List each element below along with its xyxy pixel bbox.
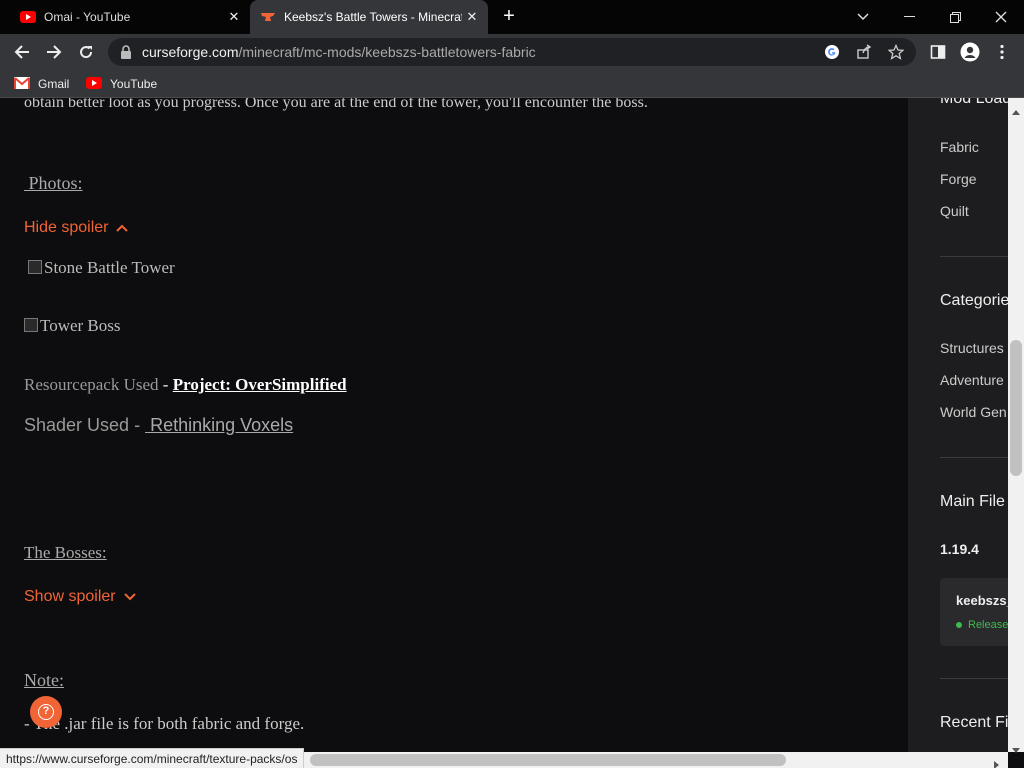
bookmark-label: Gmail	[38, 77, 70, 91]
tab-title: Keebsz's Battle Towers - Minecraft	[284, 10, 462, 24]
youtube-icon	[86, 76, 102, 92]
chevron-up-icon	[116, 219, 129, 237]
question-icon: ?	[38, 704, 54, 720]
profile-avatar-icon[interactable]	[958, 40, 982, 64]
release-dot-icon	[956, 622, 962, 628]
release-label: Release	[968, 619, 1008, 631]
image-alt-text: Stone Battle Tower	[44, 258, 175, 277]
close-tab-icon[interactable]: ✕	[462, 9, 482, 25]
resourcepack-separator: -	[158, 375, 173, 394]
scrollbar-thumb[interactable]	[310, 754, 786, 766]
broken-image-icon	[24, 318, 38, 332]
tower-boss-image: Tower Boss	[24, 316, 121, 336]
divider	[940, 457, 1008, 458]
scroll-up-icon[interactable]	[1012, 102, 1020, 120]
modloader-quilt[interactable]: Quilt	[940, 203, 969, 219]
tab-curseforge[interactable]: Keebsz's Battle Towers - Minecraft ✕	[250, 0, 488, 34]
resourcepack-link[interactable]: Project: OverSimplified	[173, 375, 347, 394]
close-tab-icon[interactable]: ✕	[224, 9, 244, 25]
category-structures[interactable]: Structures	[940, 340, 1004, 356]
scrollbar-thumb[interactable]	[1010, 340, 1022, 476]
intro-text: obtain better loot as you progress. Once…	[24, 98, 648, 111]
release-badge: Release	[956, 619, 1008, 631]
category-adventure[interactable]: Adventure	[940, 372, 1004, 388]
url-host: curseforge.com	[142, 44, 239, 60]
hide-spoiler-button[interactable]: Hide spoiler	[24, 219, 129, 237]
main-file-version: 1.19.4	[940, 541, 979, 557]
main-file-heading: Main File	[940, 493, 1005, 510]
bookmark-youtube[interactable]: YouTube	[86, 74, 157, 94]
category-world-gen[interactable]: World Gen	[940, 404, 1007, 420]
tab-title: Omai - YouTube	[44, 10, 131, 24]
resourcepack-label: Resourcepack Used	[24, 375, 159, 394]
categories-heading: Categories	[940, 292, 1008, 309]
url-text: curseforge.com/minecraft/mc-mods/keebszs…	[142, 44, 536, 60]
modloader-fabric[interactable]: Fabric	[940, 139, 979, 155]
curseforge-icon	[260, 11, 276, 23]
bookmark-gmail[interactable]: Gmail	[14, 74, 69, 94]
tab-search-icon[interactable]	[840, 0, 886, 34]
youtube-icon	[20, 11, 36, 23]
address-bar[interactable]: curseforge.com/minecraft/mc-mods/keebszs…	[108, 38, 916, 66]
file-name: keebszs_	[956, 593, 1008, 608]
mod-description: obtain better loot as you progress. Once…	[0, 98, 908, 752]
bookmark-label: YouTube	[110, 77, 158, 91]
tab-strip: Omai - YouTube ✕ Keebsz's Battle Towers …	[0, 0, 1024, 34]
browser-menu-icon[interactable]	[990, 40, 1014, 64]
chevron-down-icon	[123, 588, 136, 606]
lock-icon	[120, 45, 132, 59]
note-text: - The .jar file is for both fabric and f…	[24, 714, 305, 733]
image-alt-text: Tower Boss	[40, 316, 121, 335]
back-button[interactable]	[10, 40, 34, 64]
side-panel-icon[interactable]	[926, 40, 950, 64]
status-bar-url: https://www.curseforge.com/minecraft/tex…	[0, 748, 305, 768]
gmail-icon	[14, 76, 30, 92]
bosses-heading: The Bosses:	[24, 543, 107, 562]
tab-youtube[interactable]: Omai - YouTube ✕	[12, 0, 250, 34]
divider	[940, 678, 1008, 679]
scroll-down-icon[interactable]	[1012, 740, 1020, 758]
minimize-button[interactable]	[886, 0, 932, 34]
google-icon[interactable]	[822, 42, 842, 62]
main-file-card[interactable]: keebszs_ Release	[940, 578, 1008, 646]
show-spoiler-button[interactable]: Show spoiler	[24, 588, 136, 606]
modloaders-heading: Mod Loaders	[940, 98, 1008, 107]
vertical-scrollbar[interactable]	[1008, 98, 1024, 753]
bookmarks-bar: Gmail YouTube	[0, 70, 1024, 98]
recent-files-heading: Recent Files	[940, 714, 1008, 731]
shader-line: Shader Used - Rethinking Voxels	[24, 415, 293, 436]
divider	[940, 256, 1008, 257]
browser-toolbar: curseforge.com/minecraft/mc-mods/keebszs…	[0, 34, 1024, 70]
shader-label: Shader Used -	[24, 415, 146, 435]
close-window-button[interactable]	[978, 0, 1024, 34]
show-spoiler-label: Show spoiler	[24, 588, 116, 605]
shader-link[interactable]: Rethinking Voxels	[145, 415, 293, 435]
scroll-right-icon[interactable]	[994, 756, 999, 768]
note-heading: Note:	[24, 670, 64, 690]
new-tab-button[interactable]: +	[498, 6, 520, 28]
help-button[interactable]: ?	[30, 696, 62, 728]
modloader-forge[interactable]: Forge	[940, 171, 977, 187]
share-icon[interactable]	[854, 42, 874, 62]
restore-button[interactable]	[932, 0, 978, 34]
resourcepack-line: Resourcepack Used - Project: OverSimplif…	[24, 375, 347, 395]
forward-button[interactable]	[42, 40, 66, 64]
hide-spoiler-label: Hide spoiler	[24, 219, 109, 236]
right-sidebar: Mod Loaders Fabric Forge Quilt Categorie…	[908, 98, 1008, 752]
bookmark-star-icon[interactable]	[886, 42, 906, 62]
stone-battle-tower-image: Stone Battle Tower	[28, 258, 175, 278]
reload-button[interactable]	[74, 40, 98, 64]
url-path: /minecraft/mc-mods/keebszs-battletowers-…	[238, 44, 536, 60]
photos-heading: Photos:	[24, 173, 83, 193]
broken-image-icon	[28, 260, 42, 274]
